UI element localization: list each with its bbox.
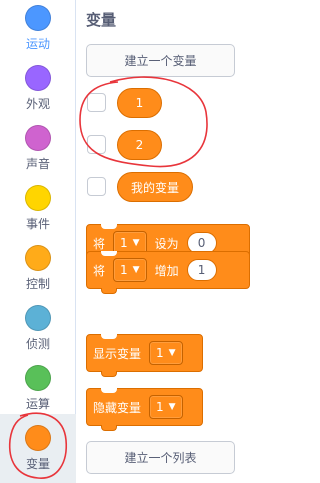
- category-label: 外观: [25, 97, 50, 111]
- category-sound[interactable]: 声音: [0, 120, 76, 174]
- block-notch: [101, 334, 117, 339]
- block-notch: [101, 388, 117, 393]
- palette-title: 变量: [86, 11, 117, 29]
- variable-name: 1: [135, 96, 144, 110]
- variable-reporter-1[interactable]: 1: [117, 88, 162, 118]
- block-text: 增加: [154, 263, 179, 278]
- category-operators[interactable]: 运算: [0, 360, 76, 414]
- category-sidebar: 运动 外观 声音 事件 控制 侦测 运算 变量: [0, 0, 76, 483]
- make-variable-button[interactable]: 建立一个变量: [86, 44, 235, 77]
- block-palette: 变量 建立一个变量 1 2 我的变量 将 1 ▼ 设为 0 将 1 ▼ 增加 1: [77, 0, 288, 483]
- block-notch: [101, 251, 117, 256]
- block-tab: [101, 288, 117, 294]
- dropdown-arrow-icon: ▼: [132, 265, 140, 275]
- category-label: 控制: [25, 277, 50, 291]
- block-text: 将: [93, 263, 106, 278]
- variable-dropdown[interactable]: 1 ▼: [149, 341, 183, 365]
- dropdown-arrow-icon: ▼: [168, 348, 176, 358]
- category-label: 运算: [25, 397, 50, 411]
- sensing-color-dot-icon: [25, 305, 51, 331]
- category-label: 侦测: [25, 337, 50, 351]
- change-variable-block[interactable]: 将 1 ▼ 增加 1: [86, 251, 250, 294]
- events-color-dot-icon: [25, 185, 51, 211]
- operators-color-dot-icon: [25, 365, 51, 391]
- category-looks[interactable]: 外观: [0, 60, 76, 114]
- category-label: 声音: [25, 157, 50, 171]
- block-text: 隐藏变量: [93, 400, 142, 415]
- looks-color-dot-icon: [25, 65, 51, 91]
- variable-dropdown[interactable]: 1 ▼: [113, 258, 147, 282]
- dropdown-value: 1: [156, 346, 164, 360]
- hide-variable-block[interactable]: 隐藏变量 1 ▼: [86, 388, 203, 431]
- variable-name: 我的变量: [130, 180, 179, 195]
- dropdown-value: 1: [120, 236, 128, 250]
- category-label: 运动: [25, 37, 50, 51]
- block-tab: [101, 425, 117, 431]
- variables-color-dot-icon: [25, 425, 51, 451]
- variable-reporter-2[interactable]: 2: [117, 130, 162, 160]
- control-color-dot-icon: [25, 245, 51, 271]
- dropdown-value: 1: [156, 400, 164, 414]
- variable-dropdown[interactable]: 1 ▼: [149, 395, 183, 419]
- category-label: 变量: [25, 457, 50, 471]
- variable-2-checkbox[interactable]: [87, 135, 106, 154]
- block-notch: [101, 224, 117, 229]
- value-input[interactable]: 1: [186, 259, 217, 281]
- variable-name: 2: [135, 138, 144, 152]
- show-variable-block[interactable]: 显示变量 1 ▼: [86, 334, 203, 377]
- category-sensing[interactable]: 侦测: [0, 300, 76, 354]
- category-events[interactable]: 事件: [0, 180, 76, 234]
- category-label: 事件: [25, 217, 50, 231]
- motion-color-dot-icon: [25, 5, 51, 31]
- variable-1-checkbox[interactable]: [87, 93, 106, 112]
- block-text: 将: [93, 236, 106, 251]
- my-variable-checkbox[interactable]: [87, 177, 106, 196]
- dropdown-arrow-icon: ▼: [132, 238, 140, 248]
- block-tab: [101, 371, 117, 377]
- sound-color-dot-icon: [25, 125, 51, 151]
- dropdown-arrow-icon: ▼: [168, 402, 176, 412]
- variable-reporter-my-variable[interactable]: 我的变量: [117, 172, 193, 202]
- block-text: 设为: [154, 236, 179, 251]
- make-list-button[interactable]: 建立一个列表: [86, 441, 235, 474]
- block-text: 显示变量: [93, 346, 142, 361]
- category-control[interactable]: 控制: [0, 240, 76, 294]
- category-variables[interactable]: 变量: [0, 414, 76, 483]
- dropdown-value: 1: [120, 263, 128, 277]
- category-motion[interactable]: 运动: [0, 0, 76, 54]
